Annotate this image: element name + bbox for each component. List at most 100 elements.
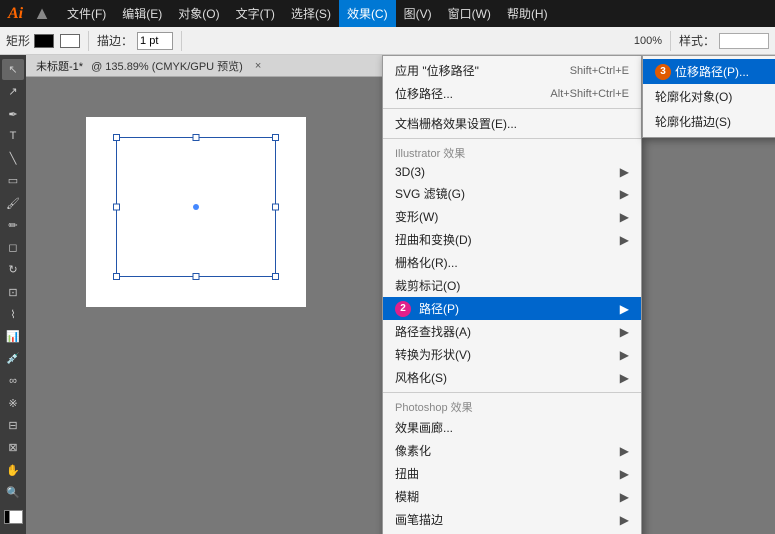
ps-blur-arrow: ▶ [620,490,629,504]
effect-3d-arrow: ▶ [620,165,629,179]
effect-distort-label: 扭曲和变换(D) [395,231,472,248]
anchor-bm [193,273,200,280]
anchor-br [272,273,279,280]
tool-eraser[interactable]: ◻ [2,237,24,258]
menu-bar: 文件(F) 编辑(E) 对象(O) 文字(T) 选择(S) 效果(C) 图(V)… [59,0,767,27]
ps-distort-item[interactable]: 扭曲 ▶ [383,462,641,485]
effect-cropmarks-label: 裁剪标记(O) [395,277,460,294]
effect-pathfinder-label: 路径查找器(A) [395,323,471,340]
app-logo: Ai [8,5,23,23]
tool-line[interactable]: ╲ [2,148,24,169]
outline-object-label: 轮廓化对象(O) [655,88,732,105]
menu-object[interactable]: 对象(O) [170,0,227,27]
shape-label: 矩形 [6,32,30,49]
tool-paintbrush[interactable]: 🖌 [2,193,24,214]
menu-edit[interactable]: 编辑(E) [114,0,170,27]
separator-3 [383,392,641,393]
tool-hand[interactable]: ✋ [2,460,24,481]
tool-column[interactable]: ⊟ [2,415,24,436]
fill-swatch[interactable] [34,34,54,48]
tool-type[interactable]: T [2,126,24,147]
menu-select[interactable]: 选择(S) [283,0,339,27]
doc-close-button[interactable]: × [255,60,261,72]
ps-blur-item[interactable]: 模糊 ▶ [383,485,641,508]
effect-warp-item[interactable]: 变形(W) ▶ [383,205,641,228]
outline-object-item[interactable]: 轮廓化对象(O) [643,84,775,109]
stroke-swatch[interactable] [60,34,80,48]
tool-pen[interactable]: ✒ [2,104,24,125]
doc-title: 未标题-1* [36,58,83,74]
tool-blend[interactable]: ∞ [2,371,24,392]
menu-help[interactable]: 帮助(H) [499,0,556,27]
offset-path-top-label: 位移路径... [395,85,453,102]
offset-path-item[interactable]: 3 位移路径(P)... [643,59,775,84]
effect-path-arrow: ▶ [620,302,629,316]
effect-toshape-item[interactable]: 转换为形状(V) ▶ [383,343,641,366]
tool-rotate[interactable]: ↻ [2,259,24,280]
effect-path-item[interactable]: 2 路径(P) ▶ [383,297,641,320]
doc-info: @ 135.89% (CMYK/GPU 预览) [91,58,243,74]
ps-pixelate-item[interactable]: 像素化 ▶ [383,439,641,462]
main-area: ↖ ↗ ✒ T ╲ ▭ 🖌 ✏ ◻ ↻ ⊡ ⌇ 📊 💉 ∞ ※ ⊟ ⊠ ✋ 🔍 … [0,55,775,534]
canvas-area: 未标题-1* @ 135.89% (CMYK/GPU 预览) × [26,55,775,534]
effect-stylize-item[interactable]: 风格化(S) ▶ [383,366,641,389]
ps-gallery-label: 效果画廊... [395,419,453,436]
stroke-input[interactable] [137,32,173,50]
ps-blur-label: 模糊 [395,488,419,505]
apply-offset-item[interactable]: 应用 "位移路径" Shift+Ctrl+E [383,59,641,82]
rect-object[interactable] [116,137,276,277]
menu-file[interactable]: 文件(F) [59,0,114,27]
effect-cropmarks-item[interactable]: 裁剪标记(O) [383,274,641,297]
tools-panel: ↖ ↗ ✒ T ╲ ▭ 🖌 ✏ ◻ ↻ ⊡ ⌇ 📊 💉 ∞ ※ ⊟ ⊠ ✋ 🔍 [0,55,26,534]
tool-direct-select[interactable]: ↗ [2,81,24,102]
separator-1 [383,108,641,109]
tool-scale[interactable]: ⊡ [2,282,24,303]
tool-eyedropper[interactable]: 💉 [2,348,24,369]
tool-graph[interactable]: 📊 [2,326,24,347]
offset-path-top-item[interactable]: 位移路径... Alt+Shift+Ctrl+E [383,82,641,105]
path-submenu: 3 位移路径(P)... 轮廓化对象(O) 轮廓化描边(S) [642,55,775,138]
effect-stylize-label: 风格化(S) [395,369,447,386]
doc-raster-label: 文档栅格效果设置(E)... [395,115,517,132]
doc-raster-item[interactable]: 文档栅格效果设置(E)... [383,112,641,135]
menu-type[interactable]: 文字(T) [228,0,283,27]
tool-pencil[interactable]: ✏ [2,215,24,236]
tool-symbol[interactable]: ※ [2,393,24,414]
style-select[interactable] [719,33,769,49]
effect-distort-arrow: ▶ [620,233,629,247]
apply-offset-shortcut: Shift+Ctrl+E [570,65,629,77]
effect-path-content: 2 路径(P) [395,300,459,317]
divider-2 [181,31,182,51]
tool-warp[interactable]: ⌇ [2,304,24,325]
effect-pathfinder-item[interactable]: 路径查找器(A) ▶ [383,320,641,343]
ps-brushstroke-item[interactable]: 画笔描边 ▶ [383,508,641,531]
tool-select[interactable]: ↖ [2,59,24,80]
anchor-ml [113,204,120,211]
menu-view[interactable]: 图(V) [396,0,440,27]
effect-svg-item[interactable]: SVG 滤镜(G) ▶ [383,182,641,205]
toolbar: 矩形 描边： 100% 样式： [0,27,775,55]
anchor-tr [272,134,279,141]
ps-pixelate-label: 像素化 [395,442,431,459]
style-label: 样式： [679,32,715,49]
step-badge-3: 3 [655,64,671,80]
effect-distort-item[interactable]: 扭曲和变换(D) ▶ [383,228,641,251]
effect-rasterize-item[interactable]: 栅格化(R)... [383,251,641,274]
zoom-percent: 100% [634,35,662,47]
effect-rasterize-label: 栅格化(R)... [395,254,458,271]
tool-zoom[interactable]: 🔍 [2,482,24,503]
illustrator-section-label: Illustrator 效果 [383,142,641,162]
title-bar: Ai ▲ 文件(F) 编辑(E) 对象(O) 文字(T) 选择(S) 效果(C)… [0,0,775,27]
menu-effect[interactable]: 效果(C) [339,0,396,27]
menu-window[interactable]: 窗口(W) [440,0,499,27]
ps-gallery-item[interactable]: 效果画廊... [383,416,641,439]
tool-slice[interactable]: ⊠ [2,437,24,458]
ps-brushstroke-label: 画笔描边 [395,511,443,528]
effect-svg-arrow: ▶ [620,187,629,201]
outline-stroke-item[interactable]: 轮廓化描边(S) [643,109,775,134]
effect-toshape-arrow: ▶ [620,348,629,362]
divider-3 [670,31,671,51]
effect-3d-item[interactable]: 3D(3) ▶ [383,162,641,182]
ps-brushstroke-arrow: ▶ [620,513,629,527]
tool-rect[interactable]: ▭ [2,170,24,191]
